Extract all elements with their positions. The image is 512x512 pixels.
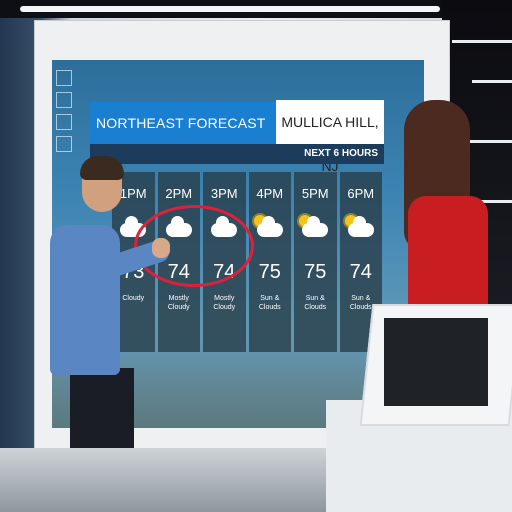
screen-sidebar (56, 70, 72, 158)
forecast-time: 6PM (347, 186, 375, 201)
forecast-condition: Sun & Clouds (304, 295, 327, 311)
forecast-condition: Mostly Cloudy (213, 295, 236, 311)
forecast-temp: 74 (349, 261, 372, 283)
forecast-title: NORTHEAST FORECAST (90, 102, 276, 144)
forecast-temp: 75 (258, 261, 281, 283)
man-hand (152, 238, 170, 258)
forecast-column-5pm: 5PM 75 Sun & Clouds (294, 172, 337, 352)
forecast-time: 4PM (256, 186, 284, 201)
ceiling (0, 0, 512, 18)
man-torso (50, 225, 120, 375)
forecast-temp: 75 (304, 261, 327, 283)
forecast-time: 5PM (301, 186, 329, 201)
sun-cloud-icon (340, 211, 383, 251)
sun-cloud-icon (249, 211, 292, 251)
monitor-screen (384, 318, 488, 406)
woman-torso (408, 196, 488, 316)
forecast-condition: Mostly Cloudy (167, 295, 190, 311)
sun-cloud-icon (294, 211, 337, 251)
man-hair (80, 156, 124, 180)
ceiling-light (20, 6, 440, 12)
forecast-time: 2PM (165, 186, 193, 201)
forecast-subtitle: NEXT 6 HOURS (90, 144, 384, 164)
location-label: MULLICA HILL, NJ (276, 100, 384, 174)
forecast-time: 3PM (210, 186, 238, 201)
forecast-column-4pm: 4PM 75 Sun & Clouds (248, 172, 292, 352)
forecast-condition: Sun & Clouds (258, 295, 281, 311)
